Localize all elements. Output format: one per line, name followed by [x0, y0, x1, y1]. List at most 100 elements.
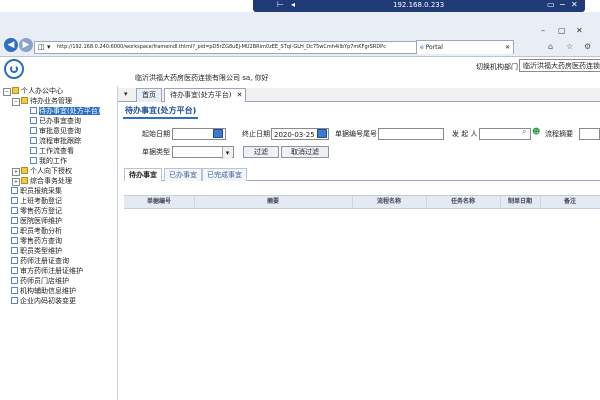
folder-icon: [21, 97, 28, 104]
expand-icon[interactable]: +: [12, 168, 20, 176]
company-logo: [4, 59, 24, 79]
close-session-icon[interactable]: ✕: [571, 0, 578, 9]
document-icon: [11, 247, 18, 254]
subtab-completed[interactable]: 已完成事宜: [202, 168, 247, 181]
document-icon: [30, 107, 37, 114]
tree-label: 职员考勤分析: [20, 227, 62, 235]
tree-item-workflow-view[interactable]: 工作流查看: [30, 146, 74, 156]
tree-label: 职员报统采集: [20, 187, 62, 195]
collapse-icon[interactable]: −: [3, 88, 11, 96]
section-title: 待办事宜(处方平台): [123, 105, 199, 119]
pin-icon[interactable]: ⊢: [277, 0, 284, 9]
cancel-filter-button[interactable]: 取消过滤: [281, 146, 329, 158]
col-task-name[interactable]: 任务名称: [426, 196, 501, 208]
folder-icon: [21, 177, 28, 184]
tree-node-personal[interactable]: + 个人向下授权: [12, 166, 72, 176]
calendar-icon[interactable]: [213, 129, 223, 138]
tree-module[interactable]: 职员考勤分析: [11, 226, 62, 236]
tab-todo-label: 待办事宜(处方平台): [170, 91, 232, 99]
window-close-icon[interactable]: ✕: [576, 26, 583, 35]
minimize-session-icon[interactable]: ◂: [291, 0, 295, 9]
home-icon[interactable]: ⌂: [548, 42, 553, 51]
tree-label: 综合事务处理: [30, 177, 72, 185]
col-create-date[interactable]: 制单日期: [500, 196, 541, 208]
tree-module[interactable]: 职员报统采集: [11, 186, 62, 196]
tree-module[interactable]: 零售药方查询: [11, 236, 62, 246]
restore-session-icon[interactable]: ▭: [547, 0, 555, 9]
expand-icon[interactable]: +: [12, 178, 20, 186]
document-icon: [30, 157, 37, 164]
tab-close-icon[interactable]: ✕: [237, 89, 243, 102]
tree-item-my-work[interactable]: 我的工作: [30, 156, 67, 166]
subtab-todo[interactable]: 待办事宜: [124, 168, 162, 181]
flow-summary-input[interactable]: [579, 128, 600, 140]
tree-label: 待办事宜(处方平台): [39, 107, 101, 115]
tree-label: 个人向下授权: [30, 167, 72, 175]
tree-label: 工作流查看: [39, 147, 74, 155]
tree-module[interactable]: 上班考勤登记: [11, 196, 62, 206]
filter-button[interactable]: 过滤: [243, 146, 279, 158]
tab-menu-icon[interactable]: ▾: [122, 88, 130, 101]
window-maximize-icon[interactable]: ▢: [558, 26, 566, 35]
org-select[interactable]: 临沂洪福大药房医药连锁: [519, 59, 600, 72]
col-doc-no[interactable]: 单据编号: [124, 196, 195, 208]
tree-module[interactable]: 职员类型维护: [11, 246, 62, 256]
forward-button[interactable]: ▶: [19, 38, 33, 52]
tree-label: 零售药方登记: [20, 207, 62, 215]
document-icon: [11, 217, 18, 224]
tree-module[interactable]: 药师注册证查询: [11, 256, 69, 266]
start-date-label: 起始日期: [142, 130, 170, 138]
browser-tab-label: Portal: [425, 44, 443, 51]
document-icon: [11, 227, 18, 234]
col-remark[interactable]: 备注: [540, 196, 600, 208]
tree-module[interactable]: 企业内码初装变更: [11, 296, 76, 306]
tools-gear-icon[interactable]: ⚙: [584, 42, 591, 51]
tree-node-root[interactable]: − 个人办公中心: [3, 86, 63, 96]
remote-session-bar: ⊢ ◂ 192.168.0.233 ▭ − ✕: [253, 0, 585, 12]
minimize-icon[interactable]: −: [559, 0, 566, 9]
search-icon[interactable]: ⌕: [522, 127, 526, 137]
page-tabbar: ▾ 首页 待办事宜(处方平台) ✕: [118, 88, 600, 102]
calendar-icon[interactable]: [317, 129, 327, 138]
document-icon: [30, 117, 37, 124]
favorites-icon[interactable]: ☆: [566, 42, 573, 51]
doc-no-label: 单据编号尾号: [335, 130, 377, 138]
dropdown-icon[interactable]: ▾: [47, 42, 51, 53]
tree-label: 零售药方查询: [20, 237, 62, 245]
tree-node-affairs[interactable]: + 综合事务处理: [12, 176, 72, 186]
user-select-icon[interactable]: ☻: [532, 127, 540, 136]
col-summary[interactable]: 摘要: [194, 196, 353, 208]
address-bar[interactable]: ◫ ▾ http://192.168.0.240:6000/workspace/…: [34, 41, 417, 54]
tree-item-approval-opinion[interactable]: 审批意见查询: [30, 126, 81, 136]
doc-type-select[interactable]: ▾: [172, 146, 234, 159]
document-icon: [11, 297, 18, 304]
tree-item-todo[interactable]: 待办事宜(处方平台): [30, 106, 101, 116]
tree-label: 药师注册证查询: [20, 257, 69, 265]
window-minimize-icon[interactable]: –: [541, 26, 545, 35]
page-icon: ◫: [38, 43, 45, 51]
chevron-down-icon[interactable]: ▾: [222, 147, 232, 159]
tree-label: 医院医师维护: [20, 217, 62, 225]
tree-module[interactable]: 零售药方登记: [11, 206, 62, 216]
back-button[interactable]: ◀: [4, 38, 18, 52]
tree-item-done-query[interactable]: 已办事宜查询: [30, 116, 81, 126]
browser-tab-portal[interactable]: e Portal ✕: [416, 40, 514, 54]
tree-label: 机构辅助信息维护: [20, 287, 76, 295]
document-icon: [30, 127, 37, 134]
tree-module[interactable]: 医院医师维护: [11, 216, 62, 226]
document-icon: [11, 237, 18, 244]
doc-no-input[interactable]: [378, 128, 444, 140]
folder-icon: [21, 167, 28, 174]
col-flow-name[interactable]: 流程名称: [352, 196, 427, 208]
tab-todo[interactable]: 待办事宜(处方平台) ✕: [164, 88, 247, 102]
tree-module[interactable]: 药师员门店维护: [11, 276, 69, 286]
tree-node-business[interactable]: − 待办业务管理: [12, 96, 72, 106]
collapse-icon[interactable]: −: [12, 98, 20, 106]
tree-module[interactable]: 机构辅助信息维护: [11, 286, 76, 296]
document-icon: [11, 287, 18, 294]
subtab-done[interactable]: 已办事宜: [164, 168, 202, 181]
tab-home[interactable]: 首页: [136, 88, 162, 102]
tab-close-icon[interactable]: ✕: [505, 41, 510, 54]
tree-module[interactable]: 审方药师注册证维护: [11, 266, 83, 276]
tree-item-flow-tracking[interactable]: 流程审批跟踪: [30, 136, 81, 146]
